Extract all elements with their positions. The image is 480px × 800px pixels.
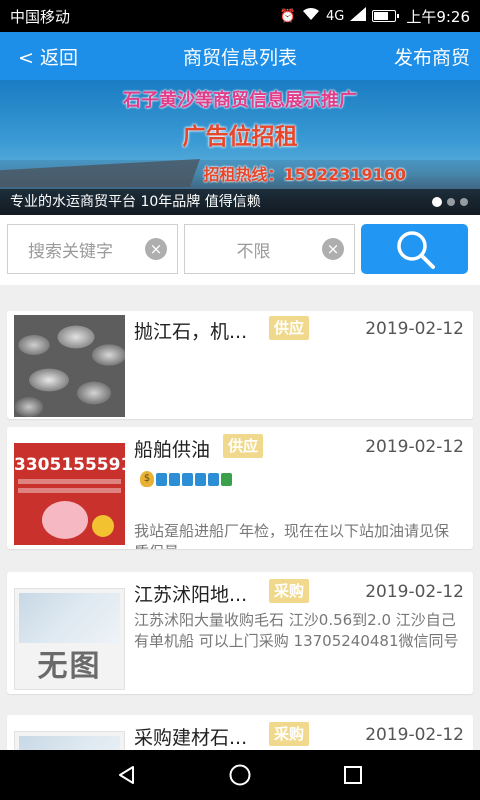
emoji-icon xyxy=(221,472,232,486)
search-icon xyxy=(396,231,435,269)
listing-title: 船舶供油 xyxy=(134,439,211,461)
listing-thumbnail: 无图 xyxy=(14,588,125,690)
poster-coin-image xyxy=(92,515,114,537)
listing-card[interactable]: 采购建材石... 采购 2019-02-12 xyxy=(7,715,473,750)
back-button[interactable]: < 返回 xyxy=(18,43,78,70)
banner-hotline: 招租热线：15922319160 xyxy=(203,165,406,184)
poster-pig-image xyxy=(42,501,88,539)
publish-button[interactable]: 发布商贸 xyxy=(394,43,470,70)
clear-search-icon[interactable]: × xyxy=(145,238,167,260)
listing-thumbnail xyxy=(14,315,125,417)
search-button[interactable] xyxy=(361,224,468,274)
money-bag-icon: $ xyxy=(140,471,154,487)
listing-badge: 供应 xyxy=(269,316,310,340)
circle-home-icon xyxy=(229,764,251,786)
listing-date: 2019-02-12 xyxy=(365,725,464,745)
triangle-back-icon xyxy=(118,766,134,784)
listing-card[interactable]: 无图 江苏沭阳地... 采购 2019-02-12 江苏沭阳大量收购毛石 江沙0… xyxy=(7,572,473,694)
filter-select[interactable]: 不限 × xyxy=(184,224,355,274)
clock-label: 上午9:26 xyxy=(406,7,470,26)
nav-bar: < 返回 商贸信息列表 发布商贸 xyxy=(0,32,480,80)
listing-thumbnail xyxy=(14,731,125,750)
poster-phone-text: 3305155591 xyxy=(14,455,125,475)
poster-stripe xyxy=(18,488,121,493)
emoji-icon xyxy=(169,472,180,486)
listing-title: 采购建材石... xyxy=(134,727,248,749)
banner-ad-title: 广告位招租 xyxy=(182,124,298,150)
filter-placeholder: 不限 xyxy=(236,241,271,262)
listing-card[interactable]: 3305155591 船舶供油 供应 2019-02-12 $ 我站趸船进船厂年… xyxy=(7,427,473,549)
search-row: 搜索关键字 × 不限 × xyxy=(0,215,480,285)
listing-description: 江苏沭阳大量收购毛石 江沙0.56到2.0 江沙自己有单机船 可以上门采购 13… xyxy=(134,611,459,650)
banner-pagination xyxy=(432,197,468,207)
listing-list: 抛江石，机... 供应 2019-02-12 3305155591 船舶供油 供… xyxy=(0,285,480,750)
emoji-icon xyxy=(208,472,219,486)
listing-description: 我站趸船进船厂年检，现在在以下站加油请见保质保量 xyxy=(134,522,450,549)
listing-emoji-row: $ xyxy=(140,471,232,487)
alarm-icon: ⏰ xyxy=(279,8,296,24)
banner-headline: 石子黄沙等商贸信息展示推广 xyxy=(123,90,357,111)
listing-badge: 供应 xyxy=(223,434,264,458)
wifi-icon xyxy=(302,7,320,25)
signal-icon xyxy=(350,7,367,25)
system-recents-button[interactable] xyxy=(333,755,373,795)
listing-card[interactable]: 抛江石，机... 供应 2019-02-12 xyxy=(7,311,473,419)
carrier-label: 中国移动 xyxy=(10,7,71,26)
search-placeholder: 搜索关键字 xyxy=(28,241,113,262)
clear-filter-icon[interactable]: × xyxy=(322,238,344,260)
listing-title: 抛江石，机... xyxy=(134,321,248,343)
emoji-icon xyxy=(195,472,206,486)
listing-badge: 采购 xyxy=(269,579,310,603)
listing-date: 2019-02-12 xyxy=(365,582,464,602)
system-home-button[interactable] xyxy=(220,755,260,795)
status-icons: ⏰ 4G 上午9:26 xyxy=(280,6,470,27)
emoji-icon xyxy=(182,472,193,486)
poster-stripe xyxy=(18,479,121,484)
status-bar: 中国移动 ⏰ 4G 上午9:26 xyxy=(0,0,480,32)
system-nav-bar xyxy=(0,750,480,800)
banner-dot[interactable] xyxy=(447,198,455,206)
battery-icon xyxy=(372,10,400,22)
listing-title: 江苏沭阳地... xyxy=(134,584,248,606)
banner-dot[interactable] xyxy=(460,198,468,206)
listing-badge: 采购 xyxy=(269,722,310,746)
banner-caption: 专业的水运商贸平台 10年品牌 值得信赖 xyxy=(0,189,480,215)
search-input[interactable]: 搜索关键字 × xyxy=(7,224,178,274)
emoji-icon xyxy=(156,472,167,486)
placeholder-image-shape xyxy=(19,593,120,643)
network-type-label: 4G xyxy=(325,8,345,24)
no-image-label: 无图 xyxy=(37,649,102,684)
system-back-button[interactable] xyxy=(107,755,147,795)
square-recents-icon xyxy=(344,766,363,784)
listing-thumbnail: 3305155591 xyxy=(14,443,125,545)
banner-dot[interactable] xyxy=(432,197,442,207)
listing-date: 2019-02-12 xyxy=(365,319,464,339)
placeholder-image-shape xyxy=(19,736,120,750)
ad-banner[interactable]: 石子黄沙等商贸信息展示推广 广告位招租 招租热线：15922319160 专业的… xyxy=(0,80,480,215)
listing-date: 2019-02-12 xyxy=(365,437,464,457)
